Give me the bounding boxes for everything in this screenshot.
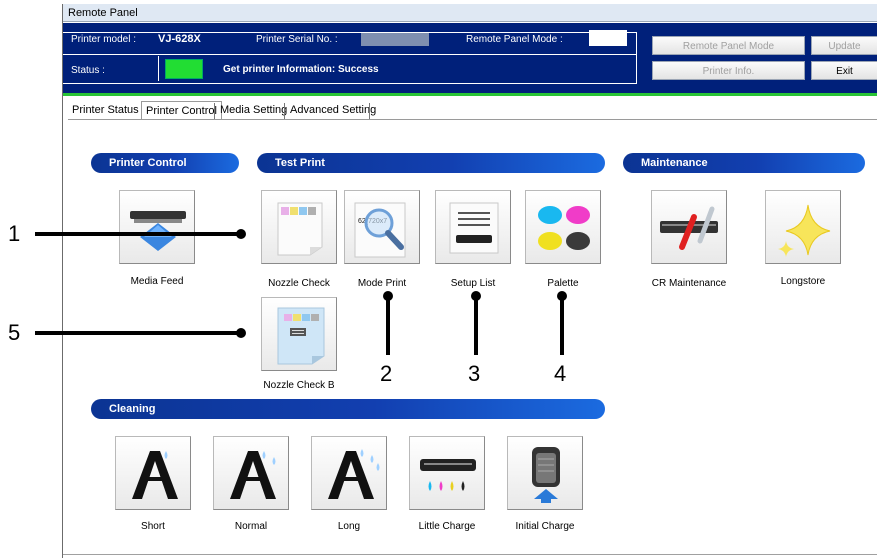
nozzle-check-button[interactable]: [261, 190, 337, 264]
media-feed-label: Media Feed: [130, 276, 184, 287]
nozzle-check-icon: [277, 202, 323, 256]
header-accent-bar: [63, 93, 877, 96]
short-cleaning-icon: [132, 451, 178, 499]
media-feed-button[interactable]: [119, 190, 195, 264]
setup-list-label: Setup List: [450, 278, 496, 289]
callout-dot-5: [236, 328, 246, 338]
printer-info-button[interactable]: Printer Info.: [652, 61, 805, 80]
printer-model-value: VJ-628X: [158, 33, 201, 45]
header-panel: Printer model : VJ-628X Printer Serial N…: [63, 23, 877, 94]
window-title: Remote Panel: [63, 4, 877, 22]
section-maintenance: Maintenance: [623, 153, 865, 173]
palette-icon: [538, 206, 590, 250]
callout-number-1: 1: [8, 221, 21, 246]
tab-advanced-setting[interactable]: Advanced Setting: [286, 101, 380, 119]
header-divider: [63, 83, 636, 84]
media-feed-icon: [130, 211, 186, 251]
tab-separator: [284, 103, 285, 119]
little-charge-icon: [420, 459, 476, 491]
callout-line-1: [35, 232, 241, 236]
mode-print-icon: 62(720x7: [354, 202, 406, 258]
longstore-button[interactable]: [765, 190, 841, 264]
longstore-label: Longstore: [780, 276, 826, 287]
exit-button[interactable]: Exit: [811, 61, 877, 80]
header-divider: [636, 32, 637, 84]
callout-line-3: [474, 295, 478, 355]
tab-baseline: [68, 119, 877, 120]
callout-number-5: 5: [8, 320, 21, 345]
status-message: Get printer Information: Success: [223, 64, 379, 75]
normal-cleaning-label: Normal: [234, 521, 268, 532]
printer-serial-label: Printer Serial No. :: [256, 34, 338, 45]
long-cleaning-icon: [328, 449, 380, 499]
section-cleaning: Cleaning: [91, 399, 605, 419]
tab-printer-control[interactable]: Printer Control: [141, 101, 222, 119]
normal-cleaning-button[interactable]: [213, 436, 289, 510]
section-printer-control: Printer Control: [91, 153, 239, 173]
initial-charge-icon: [532, 447, 560, 503]
initial-charge-label: Initial Charge: [515, 521, 575, 532]
tab-separator: [214, 103, 215, 119]
callout-dot-1: [236, 229, 246, 239]
status-indicator: [165, 59, 203, 79]
setup-list-button[interactable]: [435, 190, 511, 264]
short-cleaning-label: Short: [141, 521, 165, 532]
normal-cleaning-icon: [230, 451, 276, 499]
tab-printer-status[interactable]: Printer Status: [68, 101, 143, 119]
section-test-print: Test Print: [257, 153, 605, 173]
callout-number-4: 4: [554, 361, 567, 386]
mode-print-label: Mode Print: [357, 278, 407, 289]
remote-panel-mode-button[interactable]: Remote Panel Mode: [652, 36, 805, 55]
callout-line-5: [35, 331, 241, 335]
tab-media-setting[interactable]: Media Setting: [216, 101, 291, 119]
longstore-icon: [778, 204, 831, 257]
cr-maintenance-icon: [660, 206, 718, 250]
nozzle-check-b-icon: [277, 307, 325, 365]
status-box-edge: [158, 56, 159, 81]
cr-maintenance-label: CR Maintenance: [651, 278, 727, 289]
nozzle-check-label: Nozzle Check: [268, 278, 330, 289]
status-label: Status :: [71, 65, 105, 76]
tab-separator: [369, 103, 370, 119]
palette-label: Palette: [547, 278, 579, 289]
window-bottom-edge: [63, 554, 877, 555]
palette-button[interactable]: [525, 190, 601, 264]
printer-model-label: Printer model :: [71, 34, 137, 45]
long-cleaning-label: Long: [337, 521, 361, 532]
long-cleaning-button[interactable]: [311, 436, 387, 510]
nozzle-check-b-label: Nozzle Check B: [263, 380, 335, 391]
mode-print-button[interactable]: 62(720x7: [344, 190, 420, 264]
little-charge-label: Little Charge: [418, 521, 476, 532]
remote-panel-window: Remote Panel Printer model : VJ-628X Pri…: [62, 4, 877, 558]
callout-line-2: [386, 295, 390, 355]
initial-charge-button[interactable]: [507, 436, 583, 510]
short-cleaning-button[interactable]: [115, 436, 191, 510]
remote-panel-mode-value: [589, 30, 627, 46]
little-charge-button[interactable]: [409, 436, 485, 510]
update-button[interactable]: Update: [811, 36, 877, 55]
callout-line-4: [560, 295, 564, 355]
remote-panel-mode-label: Remote Panel Mode :: [466, 34, 563, 45]
printer-serial-value: [361, 33, 429, 46]
callout-number-3: 3: [468, 361, 481, 386]
cr-maintenance-button[interactable]: [651, 190, 727, 264]
header-divider: [63, 32, 636, 33]
setup-list-icon: [449, 202, 499, 254]
callout-number-2: 2: [380, 361, 393, 386]
header-divider: [63, 54, 636, 55]
nozzle-check-b-button[interactable]: [261, 297, 337, 371]
